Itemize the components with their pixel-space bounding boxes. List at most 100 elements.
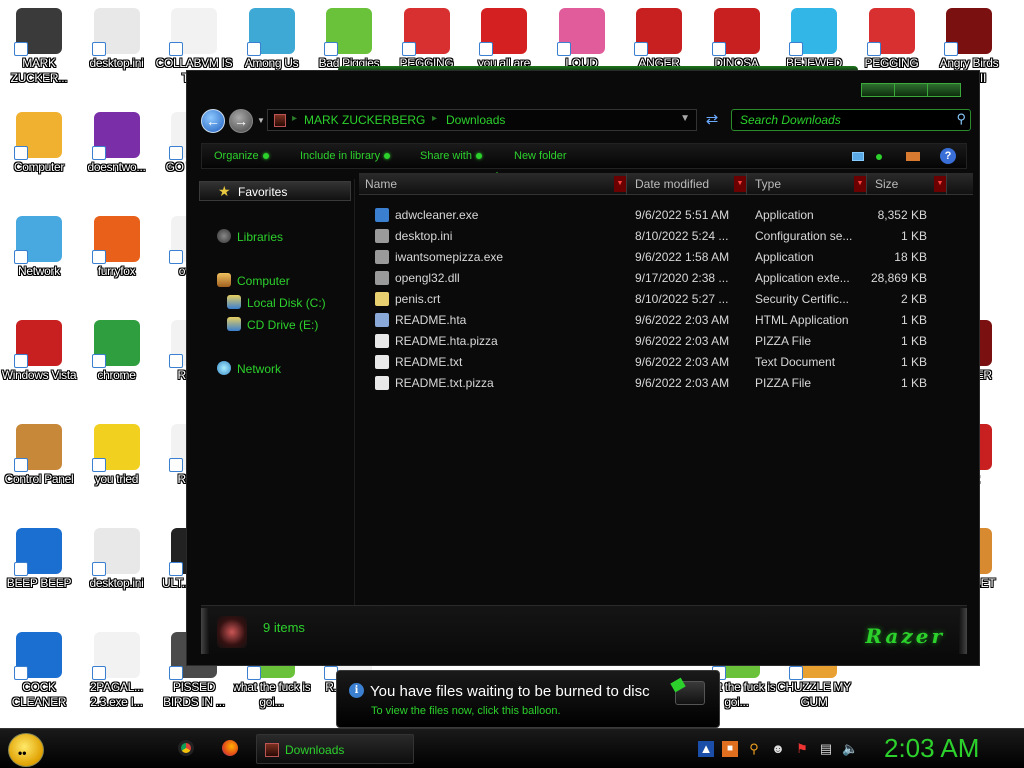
address-dropdown-icon[interactable]: ▼ (680, 113, 690, 124)
tray-network-icon[interactable]: ▤ (818, 741, 834, 757)
shortcut-arrow-icon (711, 42, 726, 56)
tray-flag-icon[interactable]: ⚑ (794, 741, 810, 757)
sort-dropdown-icon[interactable]: ▼ (934, 176, 946, 192)
recycle-bin-icon (14, 320, 62, 368)
breadcrumb-mark-zuckerberg[interactable]: MARK ZUCKERBERG (304, 113, 425, 127)
desktop-icon[interactable]: Windows Vista (0, 316, 78, 416)
taskbar-item-downloads[interactable]: Downloads (256, 734, 414, 764)
file-date: 9/6/2022 2:03 AM (635, 313, 730, 327)
file-row[interactable]: iwantsomepizza.exe 9/6/2022 1:58 AM Applic… (373, 247, 953, 268)
search-box[interactable]: ⚲ (731, 109, 971, 131)
breadcrumb-downloads[interactable]: Downloads (446, 113, 505, 127)
minimize-button[interactable] (862, 84, 895, 96)
file-row[interactable]: README.txt 9/6/2022 2:03 AM Text Document 1… (373, 352, 953, 373)
new-folder-button[interactable]: New folder (514, 150, 567, 162)
details-pane-grip-left (201, 608, 209, 654)
burn-notification-balloon[interactable]: i You have files waiting to be burned to… (336, 670, 720, 728)
desktop-icon[interactable]: desktop.ini (78, 4, 156, 104)
preview-pane-icon[interactable] (906, 152, 920, 161)
tray-search-icon[interactable]: ⚲ (746, 741, 762, 757)
firefox-icon (91, 216, 140, 264)
file-type: Security Certific... (755, 292, 850, 306)
file-row[interactable]: penis.crt 8/10/2022 5:27 ... Security Cert… (373, 289, 953, 310)
file-type: PIZZA File (755, 376, 812, 390)
file-row[interactable]: opengl32.dll 9/17/2020 2:38 ... Applicatio… (373, 268, 953, 289)
desktop-icon[interactable]: chrome (78, 316, 156, 416)
file-size: 28,869 KB (870, 271, 927, 285)
file-row[interactable]: adwcleaner.exe 9/6/2022 5:51 AM Applicatio… (373, 205, 953, 226)
file-date: 9/6/2022 2:03 AM (635, 334, 730, 348)
desktop-icon[interactable]: furryfox (78, 212, 156, 312)
nav-libraries[interactable]: Libraries (217, 229, 283, 244)
forward-button[interactable]: → (229, 109, 253, 133)
certificate-icon (375, 292, 389, 306)
share-with-button[interactable]: Share with (420, 150, 482, 162)
document-icon (91, 632, 140, 680)
file-name: penis.crt (395, 292, 441, 306)
column-header-date[interactable]: Date modified ▼ (629, 173, 747, 195)
file-name: desktop.ini (395, 229, 453, 243)
desktop-icon[interactable]: Network (0, 212, 78, 312)
desktop-icon[interactable]: BEEP BEEP (0, 524, 78, 624)
desktop-icon[interactable]: Computer (0, 108, 78, 208)
help-icon[interactable]: ? (940, 148, 956, 164)
desktop-icon[interactable]: you tried (78, 420, 156, 520)
balloon-subtitle: To view the files now, click this balloo… (371, 705, 561, 717)
nav-computer[interactable]: Computer (217, 273, 290, 288)
computer-icon (14, 112, 62, 160)
file-type: Application (755, 250, 814, 264)
blue-panel-icon (14, 632, 62, 680)
desktop-icon[interactable]: COCK CLEANER (0, 628, 78, 728)
search-input[interactable] (740, 112, 940, 128)
chrome-taskbar-icon[interactable] (178, 740, 194, 756)
desktop-icon[interactable]: 2PAGAL... 2.3.exe I... (78, 628, 156, 728)
refresh-icon[interactable]: ⇄ (703, 111, 721, 129)
tray-arrow-icon[interactable]: ▲ (698, 741, 714, 757)
maximize-button[interactable] (895, 84, 928, 96)
desktop-icon[interactable]: desktop.ini (78, 524, 156, 624)
tray-messenger-icon[interactable]: ☻ (770, 741, 786, 757)
desktop-icon[interactable]: doesntwo... (78, 108, 156, 208)
desktop-icon[interactable]: Control Panel (0, 420, 78, 520)
text-file-icon (375, 355, 389, 369)
view-options-dot-icon[interactable] (876, 154, 882, 160)
shortcut-arrow-icon (169, 250, 183, 264)
address-bar[interactable]: ▸ MARK ZUCKERBERG ▸ Downloads ▼ (267, 109, 697, 131)
shortcut-arrow-icon (91, 42, 106, 56)
start-button[interactable]: •• (8, 733, 44, 767)
search-icon[interactable]: ⚲ (956, 111, 966, 127)
column-header-name[interactable]: Name ▼ (359, 173, 627, 195)
file-row[interactable]: desktop.ini 8/10/2022 5:24 ... Configurati… (373, 226, 953, 247)
include-in-library-label: Include in library (300, 150, 381, 162)
tray-app-icon[interactable]: ■ (722, 741, 738, 757)
desktop-icon-label: Control Panel (4, 472, 74, 486)
desktop-icon-label: CHUZZLE MY GUM (777, 680, 851, 709)
sort-dropdown-icon[interactable]: ▼ (614, 176, 626, 192)
shortcut-arrow-icon (14, 146, 28, 160)
nav-local-disk[interactable]: Local Disk (C:) (227, 295, 326, 310)
file-date: 8/10/2022 5:24 ... (635, 229, 729, 243)
sort-dropdown-icon[interactable]: ▼ (734, 176, 746, 192)
firefox-taskbar-icon[interactable] (222, 740, 238, 756)
file-row[interactable]: README.txt.pizza 9/6/2022 2:03 AM PIZZA Fi… (373, 373, 953, 394)
organize-button[interactable]: Organize (214, 150, 269, 162)
nav-cd-drive[interactable]: CD Drive (E:) (227, 317, 318, 332)
back-arrow-icon: ← (206, 113, 220, 129)
file-row[interactable]: README.hta.pizza 9/6/2022 2:03 AM PIZZA Fi… (373, 331, 953, 352)
include-in-library-button[interactable]: Include in library (300, 150, 391, 162)
file-row[interactable]: README.hta 9/6/2022 2:03 AM HTML Applicati… (373, 310, 953, 331)
nav-network[interactable]: Network (217, 361, 281, 376)
taskbar-clock[interactable]: 2:03 AM (884, 733, 979, 764)
close-button[interactable] (928, 84, 960, 96)
column-header-type[interactable]: Type ▼ (749, 173, 867, 195)
column-headers: Name ▼ Date modified ▼ Type ▼ Size ▼ (359, 173, 973, 195)
recent-pages-dropdown[interactable]: ▼ (257, 116, 265, 125)
desktop-icon[interactable]: MARK ZUCKER... (0, 4, 78, 104)
nav-favorites-label: Favorites (238, 185, 288, 199)
sort-dropdown-icon[interactable]: ▼ (854, 176, 866, 192)
back-button[interactable]: ← (201, 109, 225, 133)
nav-favorites[interactable]: ★ Favorites (199, 181, 351, 201)
change-view-icon[interactable] (852, 152, 864, 161)
tray-volume-icon[interactable]: 🔈 (842, 741, 858, 757)
column-header-size[interactable]: Size ▼ (869, 173, 947, 195)
